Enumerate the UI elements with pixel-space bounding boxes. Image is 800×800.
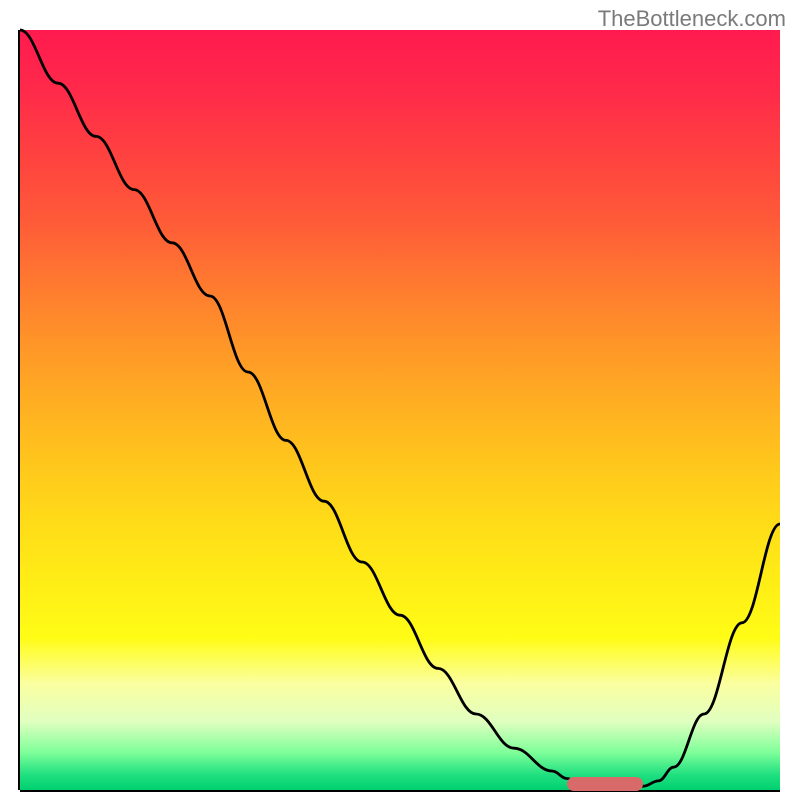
curve-layer (20, 30, 780, 790)
watermark-text: TheBottleneck.com (598, 6, 786, 32)
data-curve (20, 30, 780, 788)
optimum-marker (567, 777, 643, 791)
chart-container (20, 30, 780, 790)
